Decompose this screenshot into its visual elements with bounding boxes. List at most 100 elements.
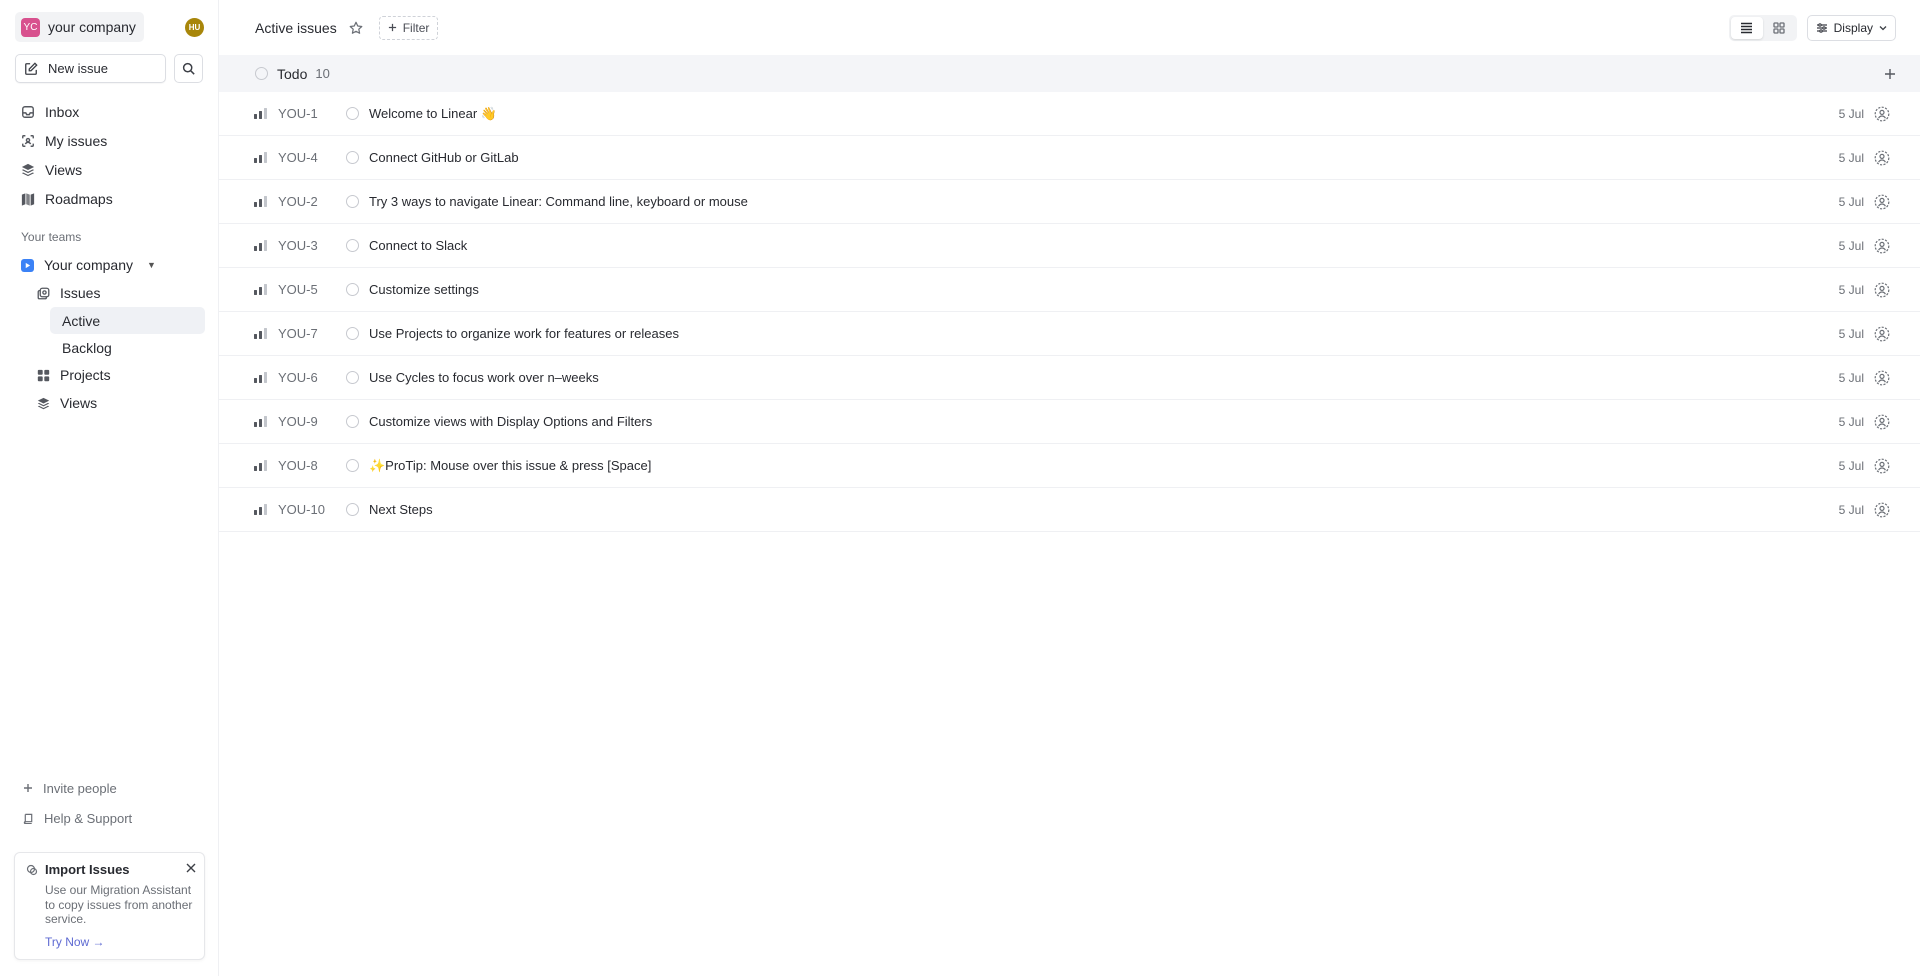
workspace-row: YC your company HU — [0, 0, 218, 42]
workspace-logo: YC — [21, 17, 40, 37]
add-issue-icon[interactable] — [1884, 68, 1896, 80]
issue-row[interactable]: YOU-1 Welcome to Linear 👋 5 Jul — [219, 92, 1920, 136]
page-title: Active issues — [255, 19, 337, 36]
priority-bars-icon[interactable] — [254, 196, 268, 207]
status-icon[interactable] — [346, 371, 359, 384]
unassigned-avatar-icon[interactable] — [1874, 238, 1890, 254]
chat-bubble-icon — [26, 864, 38, 876]
unassigned-avatar-icon[interactable] — [1874, 194, 1890, 210]
unassigned-avatar-icon[interactable] — [1874, 370, 1890, 386]
sidebar-item-label: Backlog — [62, 339, 112, 356]
close-icon[interactable] — [186, 860, 196, 876]
status-icon[interactable] — [346, 327, 359, 340]
filter-button[interactable]: Filter — [378, 15, 439, 40]
sidebar-item-label: Projects — [60, 367, 111, 383]
priority-bars-icon[interactable] — [254, 152, 268, 163]
status-icon[interactable] — [346, 283, 359, 296]
sidebar-item-label: Roadmaps — [45, 190, 113, 207]
sidebar-item-label: Issues — [60, 285, 101, 301]
sidebar-item-my-issues[interactable]: My issues — [13, 126, 205, 155]
issue-row[interactable]: YOU-2 Try 3 ways to navigate Linear: Com… — [219, 180, 1920, 224]
status-icon[interactable] — [346, 415, 359, 428]
issue-id: YOU-3 — [278, 238, 318, 253]
projects-grid-icon — [37, 369, 50, 381]
display-button[interactable]: Display — [1806, 14, 1896, 41]
issue-row[interactable]: YOU-9 Customize views with Display Optio… — [219, 400, 1920, 444]
status-icon[interactable] — [346, 239, 359, 252]
issue-title: ✨ProTip: Mouse over this issue & press [… — [369, 457, 652, 473]
sidebar-item-backlog[interactable]: Backlog — [50, 334, 205, 361]
status-icon[interactable] — [346, 107, 359, 120]
priority-bars-icon[interactable] — [254, 284, 268, 295]
issue-title: Use Projects to organize work for featur… — [369, 326, 679, 341]
chevron-down-icon — [1879, 25, 1887, 30]
try-now-link[interactable]: Try Now → — [45, 935, 105, 949]
issue-title: Customize settings — [369, 282, 479, 297]
sidebar-item-projects[interactable]: Projects — [29, 361, 205, 389]
book-icon — [23, 813, 33, 824]
sidebar-bottom-links: Invite people Help & Support — [0, 773, 218, 833]
import-issues-card: Import Issues Use our Migration Assistan… — [14, 852, 205, 960]
issue-row[interactable]: YOU-8 ✨ProTip: Mouse over this issue & p… — [219, 444, 1920, 488]
issue-title: Connect GitHub or GitLab — [369, 150, 519, 165]
issue-date: 5 Jul — [1838, 458, 1864, 473]
group-header-todo[interactable]: Todo 10 — [219, 55, 1920, 92]
status-icon[interactable] — [346, 459, 359, 472]
issue-row[interactable]: YOU-5 Customize settings 5 Jul — [219, 268, 1920, 312]
unassigned-avatar-icon[interactable] — [1874, 458, 1890, 474]
team-your-company[interactable]: Your company ▼ — [0, 251, 218, 279]
search-button[interactable] — [174, 54, 203, 83]
priority-bars-icon[interactable] — [254, 504, 268, 515]
issue-row[interactable]: YOU-3 Connect to Slack 5 Jul — [219, 224, 1920, 268]
unassigned-avatar-icon[interactable] — [1874, 282, 1890, 298]
invite-people-link[interactable]: Invite people — [15, 773, 203, 803]
unassigned-avatar-icon[interactable] — [1874, 150, 1890, 166]
search-icon — [182, 62, 195, 75]
issue-date: 5 Jul — [1838, 414, 1864, 429]
workspace-switcher[interactable]: YC your company — [15, 12, 144, 42]
priority-bars-icon[interactable] — [254, 240, 268, 251]
sidebar-nav: Inbox My issues Views Roadmaps — [0, 97, 218, 213]
new-issue-button[interactable]: New issue — [15, 54, 166, 83]
sidebar-item-label: Views — [45, 161, 83, 178]
unassigned-avatar-icon[interactable] — [1874, 326, 1890, 342]
group-name: Todo — [277, 65, 308, 82]
issue-date: 5 Jul — [1838, 502, 1864, 517]
unassigned-avatar-icon[interactable] — [1874, 106, 1890, 122]
unassigned-avatar-icon[interactable] — [1874, 502, 1890, 518]
sidebar-item-label: My issues — [45, 132, 108, 149]
help-support-link[interactable]: Help & Support — [15, 803, 203, 833]
list-view-button[interactable] — [1730, 16, 1763, 39]
user-avatar[interactable]: HU — [185, 17, 204, 37]
unassigned-avatar-icon[interactable] — [1874, 414, 1890, 430]
priority-bars-icon[interactable] — [254, 108, 268, 119]
sidebar-item-inbox[interactable]: Inbox — [13, 97, 205, 126]
status-icon[interactable] — [346, 195, 359, 208]
sidebar-item-team-views[interactable]: Views — [29, 389, 205, 417]
sidebar-item-views[interactable]: Views — [13, 155, 205, 184]
priority-bars-icon[interactable] — [254, 328, 268, 339]
issue-row[interactable]: YOU-7 Use Projects to organize work for … — [219, 312, 1920, 356]
issue-row[interactable]: YOU-4 Connect GitHub or GitLab 5 Jul — [219, 136, 1920, 180]
issue-row[interactable]: YOU-6 Use Cycles to focus work over n–we… — [219, 356, 1920, 400]
issue-date: 5 Jul — [1838, 238, 1864, 253]
plus-icon — [24, 784, 32, 792]
priority-bars-icon[interactable] — [254, 460, 268, 471]
issue-title: Connect to Slack — [369, 238, 468, 253]
sidebar-item-issues[interactable]: Issues — [29, 279, 205, 307]
priority-bars-icon[interactable] — [254, 416, 268, 427]
board-view-button[interactable] — [1763, 17, 1795, 39]
issues-icon — [37, 287, 50, 299]
status-icon[interactable] — [346, 503, 359, 516]
issue-id: YOU-9 — [278, 414, 318, 429]
issue-list: YOU-1 Welcome to Linear 👋 5 Jul YOU-4 Co… — [219, 92, 1920, 532]
star-icon[interactable] — [349, 21, 363, 35]
sidebar-item-active[interactable]: Active — [50, 307, 205, 334]
sidebar-item-roadmaps[interactable]: Roadmaps — [13, 184, 205, 213]
issue-row[interactable]: YOU-10 Next Steps 5 Jul — [219, 488, 1920, 532]
issue-date: 5 Jul — [1838, 106, 1864, 121]
status-icon[interactable] — [346, 151, 359, 164]
team-name: Your company — [44, 257, 133, 273]
priority-bars-icon[interactable] — [254, 372, 268, 383]
issue-date: 5 Jul — [1838, 194, 1864, 209]
